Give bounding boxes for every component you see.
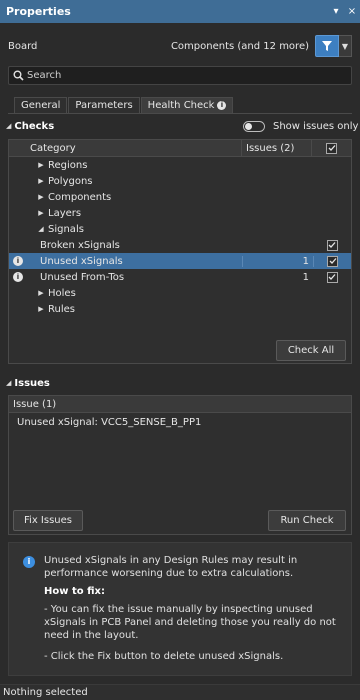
- toggle-knob: [245, 122, 252, 130]
- check-row-label: Polygons: [48, 175, 93, 187]
- expand-arrow-icon[interactable]: ▶: [36, 209, 46, 217]
- issues-column-header[interactable]: Issues (2): [242, 140, 312, 156]
- info-icon: i: [13, 272, 23, 282]
- filter-summary: Components (and 12 more): [170, 40, 309, 52]
- checkmark-icon: [329, 258, 336, 264]
- check-row-checkbox-cell: [313, 255, 351, 267]
- checks-grid-header: Category Issues (2): [9, 140, 351, 157]
- search-icon: [9, 70, 27, 81]
- expand-arrow-icon[interactable]: ▶: [36, 193, 46, 201]
- check-row[interactable]: ◢ Signals: [9, 221, 351, 237]
- checkmark-icon: [328, 145, 335, 151]
- panel-title: Properties: [6, 5, 71, 18]
- chevron-down-icon: ▼: [341, 41, 349, 51]
- status-bar: Nothing selected: [0, 684, 360, 700]
- check-row[interactable]: ▶ Polygons: [9, 173, 351, 189]
- check-row-label: Unused xSignals: [40, 255, 123, 267]
- check-row-label: Broken xSignals: [40, 239, 120, 251]
- tab-parameters[interactable]: Parameters: [68, 97, 140, 114]
- row-indicator: i: [9, 256, 27, 266]
- check-all-button[interactable]: Check All: [276, 340, 346, 361]
- check-row[interactable]: ▶ Regions: [9, 157, 351, 173]
- pin-icon[interactable]: ▾: [328, 6, 344, 17]
- tab-label: Health Check: [147, 100, 215, 111]
- tab-label: General: [21, 100, 61, 111]
- check-row-label: Components: [48, 191, 112, 203]
- info-icon: i: [13, 256, 23, 266]
- checks-grid-body: ▶ Regions ▶ Polygons ▶ Components ▶ Layers ◢ Sign…: [9, 157, 351, 317]
- collapse-arrow-icon[interactable]: ◢: [36, 225, 46, 233]
- note-text: Unused xSignals in any Design Rules may …: [44, 555, 298, 579]
- tab-health-check[interactable]: Health Check i: [140, 97, 234, 114]
- checkmark-icon: [328, 242, 336, 248]
- board-label: Board: [8, 40, 38, 52]
- issue-column-header[interactable]: Issue (1): [9, 396, 351, 413]
- expand-arrow-icon[interactable]: ▶: [36, 289, 46, 297]
- check-row-label: Unused From-Tos: [40, 271, 125, 283]
- expand-arrow-icon[interactable]: ▶: [36, 305, 46, 313]
- info-icon: i: [23, 556, 35, 568]
- select-all-checkbox[interactable]: [326, 142, 337, 154]
- expand-arrow-icon[interactable]: ▶: [36, 177, 46, 185]
- check-row-checkbox-cell: [313, 239, 351, 251]
- toggle-switch[interactable]: [243, 120, 265, 132]
- fix-issues-button[interactable]: Fix Issues: [13, 510, 83, 531]
- issue-row[interactable]: Unused xSignal: VCC5_SENSE_B_PP1: [9, 413, 351, 432]
- checkmark-icon: [328, 274, 336, 280]
- note-step-manual: - You can fix the issue manually by insp…: [44, 604, 336, 641]
- check-row[interactable]: Broken xSignals: [9, 237, 351, 253]
- check-row-label: Rules: [48, 303, 75, 315]
- collapse-caret-icon: ◢: [6, 379, 12, 387]
- tab-strip: General Parameters Health Check i: [14, 97, 234, 114]
- tab-divider: [8, 113, 352, 114]
- close-icon[interactable]: ×: [344, 6, 360, 17]
- check-row-label: Holes: [48, 287, 76, 299]
- check-row[interactable]: i Unused From-Tos 1: [9, 269, 351, 285]
- issues-heading: Issues: [14, 377, 50, 389]
- category-column-header[interactable]: Category: [9, 140, 242, 156]
- search-input[interactable]: Search: [8, 66, 352, 85]
- board-row: Board Components (and 12 more) ▼: [0, 30, 360, 62]
- help-note: i Unused xSignals in any Design Rules ma…: [8, 542, 352, 676]
- check-column-header[interactable]: [312, 142, 351, 154]
- filter-button[interactable]: [315, 35, 339, 57]
- check-row[interactable]: ▶ Rules: [9, 301, 351, 317]
- note-how-heading: How to fix:: [44, 586, 105, 597]
- enable-check-checkbox[interactable]: [326, 271, 338, 283]
- search-placeholder: Search: [27, 70, 62, 81]
- row-indicator: i: [9, 272, 27, 282]
- enable-check-checkbox[interactable]: [326, 239, 338, 251]
- collapse-caret-icon: ◢: [6, 122, 12, 130]
- check-row[interactable]: ▶ Layers: [9, 205, 351, 221]
- check-row[interactable]: ▶ Holes: [9, 285, 351, 301]
- check-row-label: Layers: [48, 207, 82, 219]
- tab-general[interactable]: General: [14, 97, 68, 114]
- tab-label: Parameters: [75, 100, 133, 111]
- check-row-issue-count: 1: [302, 271, 309, 283]
- expand-arrow-icon[interactable]: ▶: [36, 161, 46, 169]
- check-row[interactable]: ▶ Components: [9, 189, 351, 205]
- check-row-checkbox-cell: [313, 271, 351, 283]
- run-check-button[interactable]: Run Check: [268, 510, 346, 531]
- enable-check-checkbox[interactable]: [327, 255, 338, 267]
- panel-title-bar: Properties ▾ ×: [0, 0, 360, 23]
- checks-grid: Category Issues (2) ▶ Regions ▶ Polygons ▶ Co…: [8, 139, 352, 364]
- toggle-label: Show issues only: [273, 120, 359, 132]
- show-issues-only-toggle[interactable]: Show issues only: [243, 118, 358, 134]
- info-icon: i: [217, 100, 227, 110]
- checks-section-header[interactable]: ◢ Checks: [6, 118, 54, 134]
- check-row-issue-count: 1: [242, 255, 313, 267]
- filter-dropdown-button[interactable]: ▼: [339, 35, 352, 57]
- filter-icon: [322, 41, 332, 51]
- checks-heading: Checks: [14, 120, 55, 132]
- check-row-label: Regions: [48, 159, 88, 171]
- note-step-fix-button: - Click the Fix button to delete unused …: [44, 651, 284, 662]
- check-row[interactable]: i Unused xSignals 1: [9, 253, 351, 269]
- check-row-label: Signals: [48, 223, 84, 235]
- issues-section-header[interactable]: ◢ Issues: [6, 375, 50, 391]
